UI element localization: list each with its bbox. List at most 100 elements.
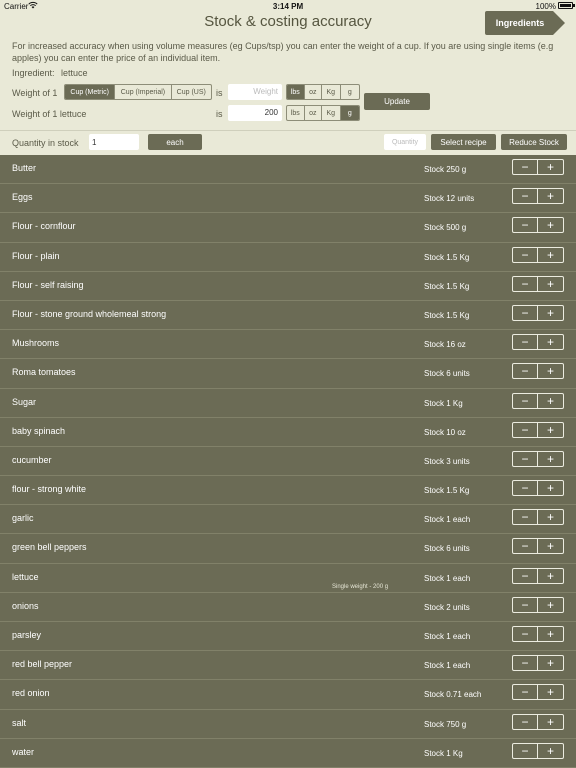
list-item[interactable]: parsley Stock 1 each − + <box>0 622 576 652</box>
minus-icon[interactable]: − <box>513 685 538 700</box>
minus-icon[interactable]: − <box>513 160 538 174</box>
plus-icon[interactable]: + <box>538 569 563 583</box>
minus-icon[interactable]: − <box>513 276 538 291</box>
unit-lbs-option[interactable]: lbs <box>287 106 305 120</box>
plus-icon[interactable]: + <box>538 452 563 466</box>
quantity-stepper: − + <box>512 217 564 234</box>
list-item[interactable]: red bell pepper Stock 1 each − + <box>0 651 576 681</box>
item-stock: Stock 1.5 Kg <box>424 310 470 320</box>
item-stock: Stock 16 oz <box>424 340 466 350</box>
item-weight-input[interactable]: 200 <box>228 105 282 121</box>
plus-icon[interactable]: + <box>538 685 563 699</box>
plus-icon[interactable]: + <box>538 539 563 553</box>
list-item[interactable]: red onion Stock 0.71 each − + <box>0 680 576 710</box>
cup-imperial-option[interactable]: Cup (Imperial) <box>115 85 172 99</box>
plus-icon[interactable]: + <box>538 218 563 232</box>
minus-icon[interactable]: − <box>513 247 538 262</box>
plus-icon[interactable]: + <box>538 277 563 291</box>
plus-icon[interactable]: + <box>538 715 563 729</box>
list-item[interactable]: salt Stock 750 g − + <box>0 710 576 739</box>
battery-percent: 100% <box>535 2 556 11</box>
list-item[interactable]: lettuce Stock 1 each Single weight - 200 g… <box>0 564 576 593</box>
list-item[interactable]: Flour - plain Stock 1.5 Kg − + <box>0 243 576 272</box>
unit-lbs-option[interactable]: lbs <box>287 85 305 99</box>
quantity-stepper: − + <box>512 392 564 409</box>
minus-icon[interactable]: − <box>513 714 538 729</box>
list-item[interactable]: green bell peppers Stock 6 units − + <box>0 534 576 564</box>
list-item[interactable]: Flour - stone ground wholemeal strong Sto… <box>0 301 576 331</box>
plus-icon[interactable]: + <box>538 481 563 495</box>
unit-g-option[interactable]: g <box>340 106 359 120</box>
list-item[interactable]: Eggs Stock 12 units − + <box>0 184 576 214</box>
minus-icon[interactable]: − <box>513 597 538 612</box>
unit-kg-option[interactable]: Kg <box>322 106 341 120</box>
plus-icon[interactable]: + <box>538 394 563 408</box>
list-item[interactable]: Flour - self raising Stock 1.5 Kg − + <box>0 272 576 301</box>
minus-icon[interactable]: − <box>513 218 538 233</box>
list-item[interactable]: Flour - cornflour Stock 500 g − + <box>0 213 576 243</box>
quantity-label: Quantity in stock <box>12 138 79 148</box>
minus-icon[interactable]: − <box>513 393 538 408</box>
unit-kg-option[interactable]: Kg <box>322 85 341 99</box>
list-item[interactable]: cucumber Stock 3 units − + <box>0 447 576 477</box>
item-name: cucumber <box>12 454 52 465</box>
ingredients-nav-button[interactable]: Ingredients <box>485 11 565 35</box>
plus-icon[interactable]: + <box>538 423 563 437</box>
ingredient-row: Ingredient: lettuce <box>12 68 88 78</box>
minus-icon[interactable]: − <box>513 451 538 466</box>
list-item[interactable]: water Stock 1 Kg − + <box>0 739 576 768</box>
unit-g-option[interactable]: g <box>341 85 359 99</box>
list-item[interactable]: garlic Stock 1 each − + <box>0 505 576 535</box>
plus-icon[interactable]: + <box>538 656 563 670</box>
plus-icon[interactable]: + <box>538 510 563 524</box>
plus-icon[interactable]: + <box>538 598 563 612</box>
minus-icon[interactable]: − <box>513 568 538 583</box>
item-stock: Stock 1 each <box>424 573 471 583</box>
cup-us-option[interactable]: Cup (US) <box>172 85 211 99</box>
minus-icon[interactable]: − <box>513 656 538 671</box>
cup-metric-option[interactable]: Cup (Metric) <box>65 85 116 99</box>
minus-icon[interactable]: − <box>513 189 538 204</box>
list-item[interactable]: baby spinach Stock 10 oz − + <box>0 418 576 447</box>
plus-icon[interactable]: + <box>538 160 563 174</box>
item-name: salt <box>12 717 27 728</box>
plus-icon[interactable]: + <box>538 189 563 203</box>
plus-icon[interactable]: + <box>538 306 563 320</box>
list-item[interactable]: onions Stock 2 units − + <box>0 593 576 622</box>
reduce-stock-button[interactable]: Reduce Stock <box>501 134 567 150</box>
minus-icon[interactable]: − <box>513 364 538 379</box>
unit-oz-option[interactable]: oz <box>305 106 323 120</box>
plus-icon[interactable]: + <box>538 627 563 641</box>
minus-icon[interactable]: − <box>513 539 538 554</box>
plus-icon[interactable]: + <box>538 335 563 349</box>
item-stock: Stock 3 units <box>424 456 470 466</box>
minus-icon[interactable]: − <box>513 422 538 437</box>
list-item[interactable]: Roma tomatoes Stock 6 units − + <box>0 359 576 389</box>
plus-icon[interactable]: + <box>538 248 563 262</box>
item-name: red onion <box>12 688 50 699</box>
ingredient-label: Ingredient: <box>12 68 55 78</box>
item-stock: Stock 2 units <box>424 602 470 612</box>
minus-icon[interactable]: − <box>513 335 538 350</box>
list-item[interactable]: Sugar Stock 1 Kg − + <box>0 389 576 418</box>
minus-icon[interactable]: − <box>513 627 538 641</box>
item-name: flour - strong white <box>12 484 87 495</box>
plus-icon[interactable]: + <box>538 364 563 378</box>
item-name: Flour - self raising <box>12 279 84 290</box>
list-item[interactable]: flour - strong white Stock 1.5 Kg − + <box>0 476 576 506</box>
unit-oz-option[interactable]: oz <box>305 85 323 99</box>
quantity-input[interactable]: 1 <box>89 134 139 150</box>
plus-icon[interactable]: + <box>538 744 563 758</box>
unit-each-button[interactable]: each <box>148 134 202 150</box>
cup-weight-input[interactable]: Weight <box>228 84 282 100</box>
list-item[interactable]: Mushrooms Stock 16 oz − + <box>0 330 576 360</box>
quantity-search-input[interactable]: Quantity <box>384 134 426 150</box>
minus-icon[interactable]: − <box>513 481 538 496</box>
minus-icon[interactable]: − <box>513 305 538 320</box>
minus-icon[interactable]: − <box>513 743 538 758</box>
quantity-stepper: − + <box>512 742 564 759</box>
minus-icon[interactable]: − <box>513 510 538 525</box>
select-recipe-button[interactable]: Select recipe <box>431 134 496 150</box>
list-item[interactable]: Butter Stock 250 g − + <box>0 155 576 185</box>
update-button[interactable]: Update <box>364 93 430 110</box>
